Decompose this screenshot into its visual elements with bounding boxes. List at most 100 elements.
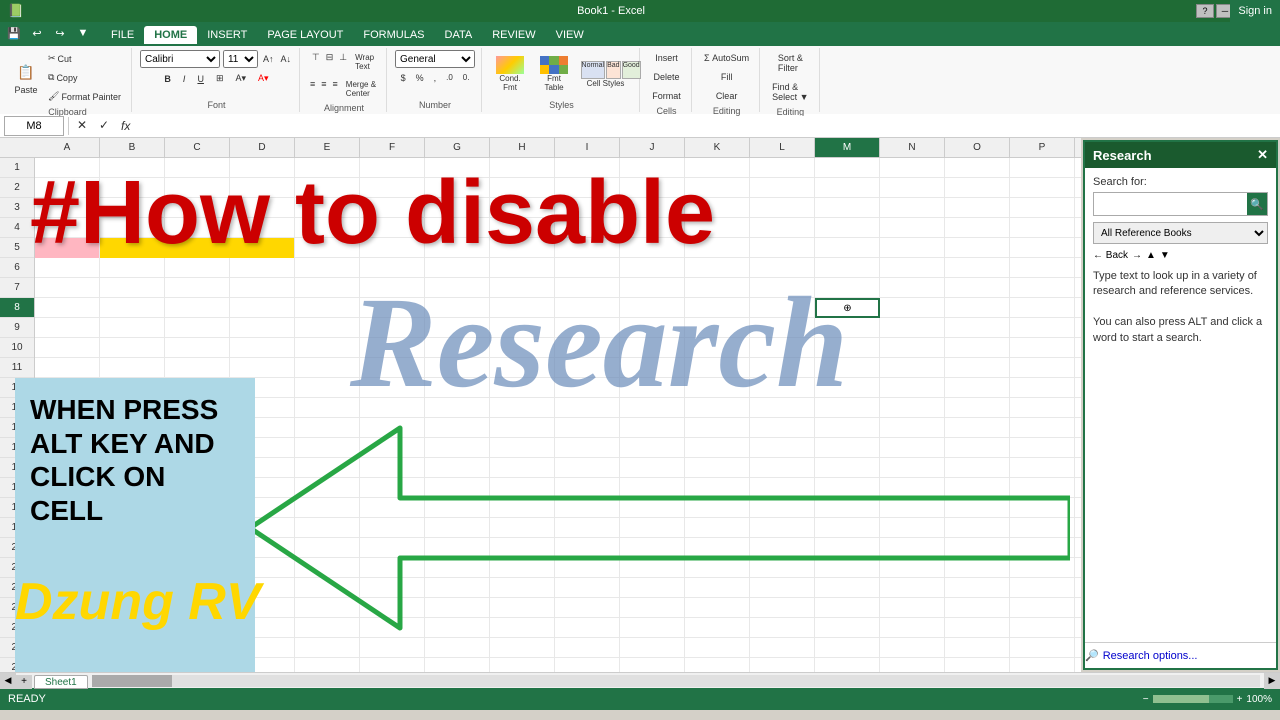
underline-btn[interactable]: U — [192, 72, 209, 86]
row-header-22[interactable]: 22 — [0, 578, 34, 598]
col-header-L[interactable]: L — [750, 138, 815, 157]
sort-filter-btn[interactable]: Sort &Filter — [774, 50, 807, 76]
col-header-P[interactable]: P — [1010, 138, 1075, 157]
save-quick-btn[interactable]: 💾 — [4, 24, 24, 42]
decrease-font-btn[interactable]: A↓ — [278, 52, 293, 66]
conditional-formatting-btn[interactable]: Cond. Fmt — [490, 53, 530, 95]
col-header-G[interactable]: G — [425, 138, 490, 157]
undo-quick-btn[interactable]: ↩ — [27, 24, 47, 42]
zoom-out-btn[interactable]: − — [1143, 694, 1149, 705]
align-bottom-btn[interactable]: ⊥ — [337, 50, 349, 74]
back-nav-btn[interactable]: ← Back — [1093, 250, 1128, 261]
col-header-A[interactable]: A — [35, 138, 100, 157]
help-btn[interactable]: ? — [1196, 4, 1214, 18]
row-header-16[interactable]: 16 — [0, 458, 34, 478]
zoom-slider[interactable] — [1153, 695, 1233, 703]
paste-btn[interactable]: 📋 Paste — [10, 58, 42, 98]
col-header-M[interactable]: M — [815, 138, 880, 157]
col-header-D[interactable]: D — [230, 138, 295, 157]
format-table-btn[interactable]: Fmt Table — [534, 53, 574, 95]
research-search-button[interactable]: 🔍 — [1247, 193, 1267, 215]
italic-btn[interactable]: I — [178, 72, 191, 86]
row-header-15[interactable]: 15 — [0, 438, 34, 458]
tab-page-layout[interactable]: PAGE LAYOUT — [257, 26, 353, 44]
add-sheet-btn[interactable]: + — [16, 675, 32, 689]
tab-review[interactable]: REVIEW — [482, 26, 545, 44]
copy-btn[interactable]: ⧉Copy — [44, 69, 125, 86]
col-header-O[interactable]: O — [945, 138, 1010, 157]
col-header-E[interactable]: E — [295, 138, 360, 157]
reference-books-select[interactable]: All Reference Books — [1093, 222, 1268, 244]
autosum-btn[interactable]: Σ AutoSum — [700, 50, 753, 66]
col-header-C[interactable]: C — [165, 138, 230, 157]
row-header-12[interactable]: 12 — [0, 378, 34, 398]
row-header-10[interactable]: 10 — [0, 338, 34, 358]
font-size-select[interactable]: 11 — [223, 50, 258, 68]
list-item[interactable] — [35, 158, 100, 178]
align-top-btn[interactable]: ⊤ — [310, 50, 322, 74]
active-cell-M8[interactable]: ⊕ — [815, 298, 880, 318]
col-header-K[interactable]: K — [685, 138, 750, 157]
scroll-left-btn[interactable]: ◀ — [0, 673, 16, 689]
tab-insert[interactable]: INSERT — [197, 26, 257, 44]
cell-A5[interactable] — [35, 238, 100, 258]
formula-input[interactable] — [138, 116, 1276, 136]
row-header-1[interactable]: 1 — [0, 158, 34, 178]
row-header-24[interactable]: 24 — [0, 618, 34, 638]
nav-up-btn[interactable]: ▲ — [1146, 250, 1156, 261]
col-header-H[interactable]: H — [490, 138, 555, 157]
cell-C23[interactable] — [165, 538, 230, 558]
increase-decimal-btn[interactable]: .0 — [442, 71, 457, 85]
scroll-right-btn[interactable]: ▶ — [1264, 673, 1280, 689]
font-color-btn[interactable]: A▾ — [253, 71, 274, 86]
row-header-4[interactable]: 4 — [0, 218, 34, 238]
bold-btn[interactable]: B — [159, 72, 176, 86]
clear-btn[interactable]: Clear — [712, 88, 742, 104]
align-left-btn[interactable]: ≡ — [308, 77, 317, 101]
spreadsheet-grid[interactable]: ⊕ — [35, 158, 1081, 672]
align-right-btn[interactable]: ≡ — [331, 77, 340, 101]
align-center-btn[interactable]: ≡ — [319, 77, 328, 101]
wrap-text-btn[interactable]: WrapText — [351, 50, 378, 74]
row-header-14[interactable]: 14 — [0, 418, 34, 438]
percent-btn[interactable]: % — [412, 71, 428, 85]
row-header-7[interactable]: 7 — [0, 278, 34, 298]
row-header-2[interactable]: 2 — [0, 178, 34, 198]
font-family-select[interactable]: Calibri — [140, 50, 220, 68]
horizontal-scroll-track[interactable] — [92, 675, 1260, 687]
format-painter-btn[interactable]: 🖌Format Painter — [44, 88, 125, 105]
tab-file[interactable]: FILE — [101, 26, 144, 44]
row-header-5[interactable]: 5 — [0, 238, 34, 258]
col-header-Q[interactable]: Q — [1075, 138, 1081, 157]
tab-home[interactable]: HOME — [144, 26, 197, 44]
row-header-6[interactable]: 6 — [0, 258, 34, 278]
border-btn[interactable]: ⊞ — [211, 71, 229, 86]
decrease-decimal-btn[interactable]: 0. — [459, 71, 474, 85]
row-header-3[interactable]: 3 — [0, 198, 34, 218]
cell-styles-btn[interactable]: Normal Bad Good Cell Styles — [578, 58, 633, 91]
row-header-9[interactable]: 9 — [0, 318, 34, 338]
row-header-18[interactable]: 18 — [0, 498, 34, 518]
number-format-select[interactable]: General — [395, 50, 475, 68]
forward-nav-btn[interactable]: → — [1132, 250, 1142, 261]
cancel-formula-btn[interactable]: ✕ — [73, 117, 91, 135]
horizontal-scrollbar[interactable]: ◀ + Sheet1 ▶ — [0, 672, 1280, 688]
row-header-11[interactable]: 11 — [0, 358, 34, 378]
col-header-B[interactable]: B — [100, 138, 165, 157]
align-middle-btn[interactable]: ⊟ — [324, 50, 336, 74]
row-header-21[interactable]: 21 — [0, 558, 34, 578]
col-header-F[interactable]: F — [360, 138, 425, 157]
row-header-23[interactable]: 23 — [0, 598, 34, 618]
currency-btn[interactable]: $ — [397, 71, 410, 85]
row-header-20[interactable]: 20 — [0, 538, 34, 558]
col-header-N[interactable]: N — [880, 138, 945, 157]
row-header-8[interactable]: 8 — [0, 298, 34, 318]
increase-font-btn[interactable]: A↑ — [261, 52, 276, 66]
merge-center-btn[interactable]: Merge &Center — [342, 77, 380, 101]
cell-B5[interactable] — [100, 238, 295, 258]
redo-quick-btn[interactable]: ↪ — [50, 24, 70, 42]
tab-formulas[interactable]: FORMULAS — [353, 26, 434, 44]
row-header-13[interactable]: 13 — [0, 398, 34, 418]
customize-quick-btn[interactable]: ▼ — [73, 24, 93, 42]
tab-view[interactable]: VIEW — [546, 26, 594, 44]
